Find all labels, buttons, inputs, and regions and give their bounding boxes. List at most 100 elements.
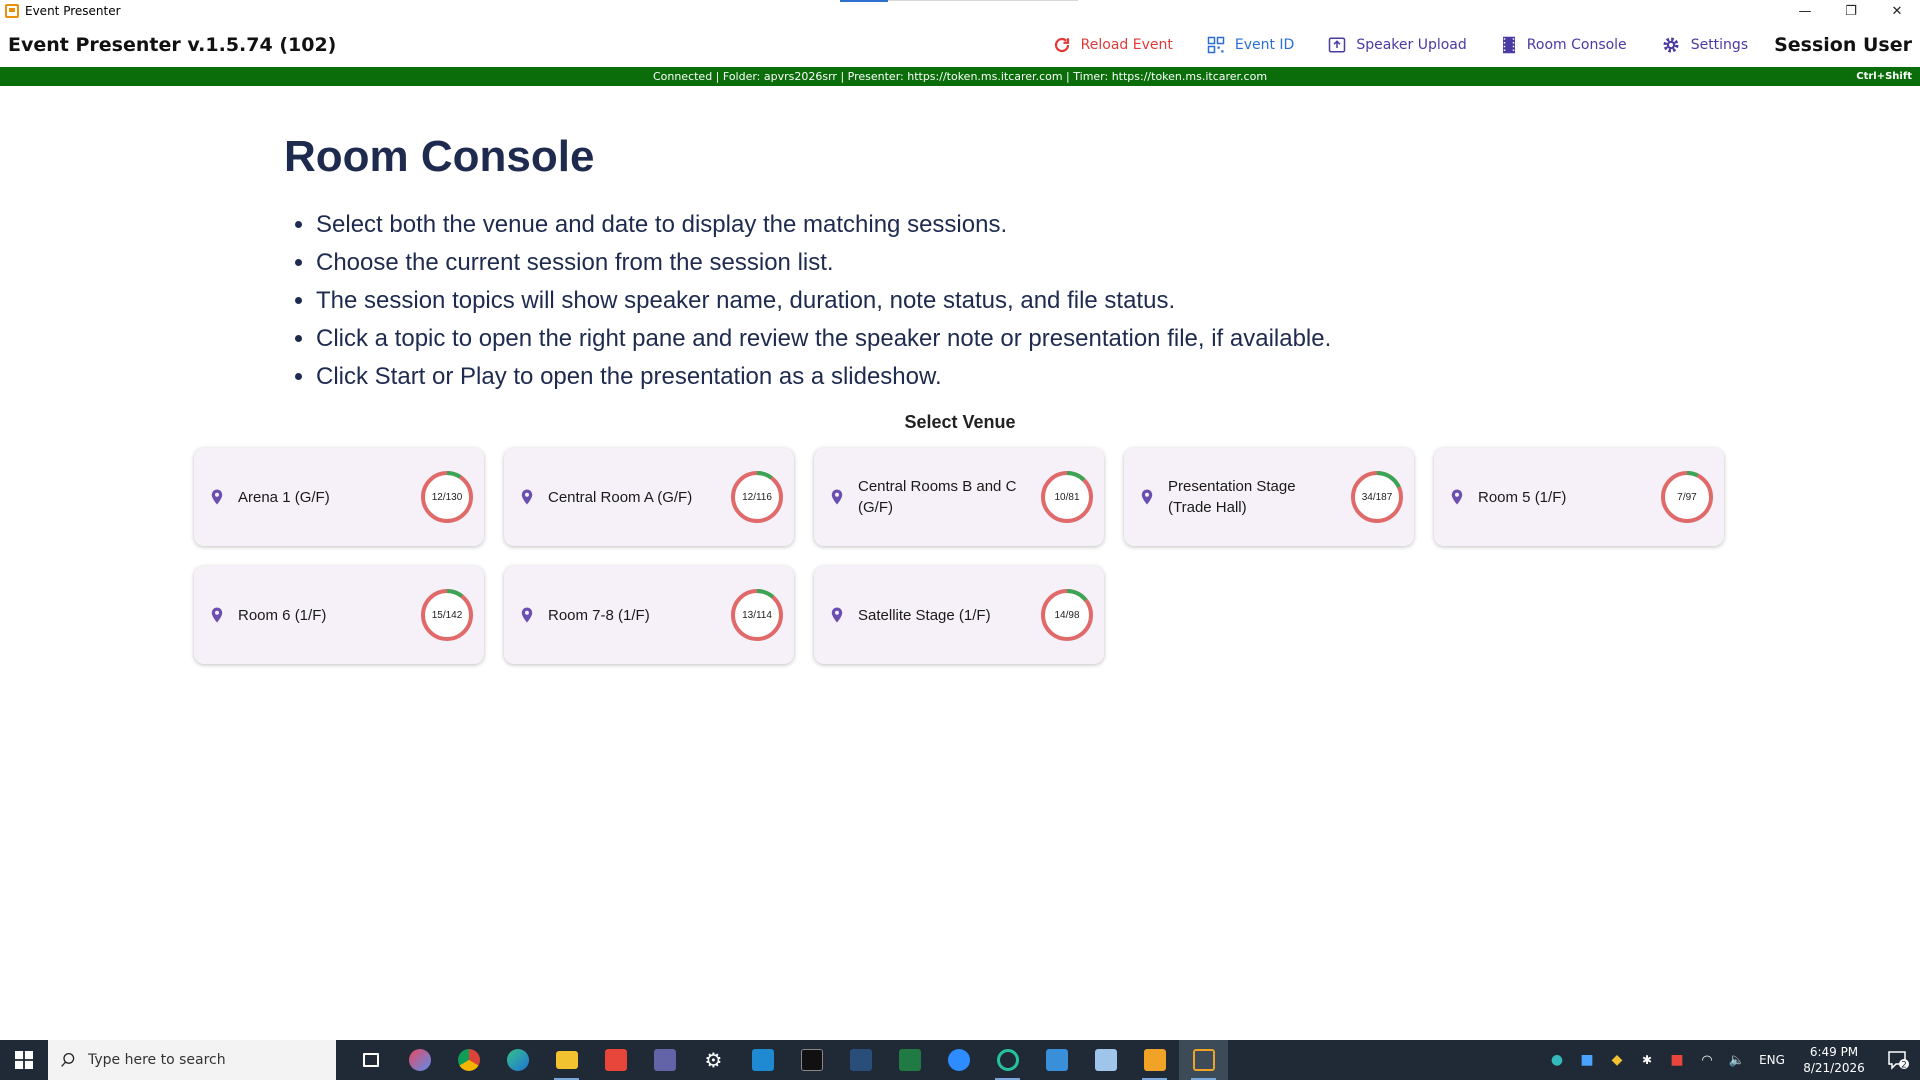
room-console-button[interactable]: Room Console xyxy=(1501,36,1627,54)
circle-app-icon[interactable] xyxy=(983,1040,1032,1080)
system-tray: ● ■ ◆ ✱ ■ ◠ 🔈 ENG 6:49 PM 8/21/2026 2 xyxy=(1542,1040,1920,1080)
minimize-button[interactable]: — xyxy=(1782,0,1828,22)
location-pin-icon xyxy=(521,489,533,505)
taskbar-search-box[interactable]: Type here to search xyxy=(48,1040,336,1080)
taskbar-clock[interactable]: 6:49 PM 8/21/2026 xyxy=(1792,1044,1876,1076)
restore-button[interactable]: ❐ xyxy=(1828,0,1874,22)
venue-name: Satellite Stage (1/F) xyxy=(858,606,991,624)
zoom-icon[interactable] xyxy=(934,1040,983,1080)
reload-event-label: Reload Event xyxy=(1080,36,1173,53)
search-placeholder: Type here to search xyxy=(88,1052,226,1068)
instruction-item: Click a topic to open the right pane and… xyxy=(316,322,1331,360)
location-pin-icon xyxy=(831,489,843,505)
venue-card[interactable]: Room 6 (1/F) 15/142 xyxy=(194,566,484,664)
tray-sync-icon[interactable]: ■ xyxy=(1572,1052,1602,1068)
paint-app-icon[interactable] xyxy=(395,1040,444,1080)
venue-card[interactable]: Central Rooms B and C (G/F) 10/81 xyxy=(814,448,1104,546)
powershell-icon[interactable] xyxy=(836,1040,885,1080)
page-title: Room Console xyxy=(284,132,595,181)
teams-icon[interactable] xyxy=(640,1040,689,1080)
instruction-item: Choose the current session from the sess… xyxy=(316,246,1331,284)
settings-label: Settings xyxy=(1690,36,1749,53)
reload-event-button[interactable]: Reload Event xyxy=(1053,36,1173,54)
venue-name: Presentation Stage (Trade Hall) xyxy=(1168,478,1296,516)
session-count: 12/130 xyxy=(431,491,463,503)
location-pin-icon xyxy=(1141,489,1153,505)
pinned-apps: ⚙ xyxy=(346,1040,1228,1080)
venue-card[interactable]: Room 5 (1/F) 7/97 xyxy=(1434,448,1724,546)
orange-app-icon[interactable] xyxy=(1130,1040,1179,1080)
location-pin-icon xyxy=(1451,489,1463,505)
settings-app-icon[interactable]: ⚙ xyxy=(689,1040,738,1080)
venue-grid: Arena 1 (G/F) 12/130 Central Room A (G/F) 1… xyxy=(194,448,1730,664)
window-titlebar: Event Presenter — ❐ ✕ xyxy=(0,0,1920,22)
session-user-menu[interactable]: Session User xyxy=(1774,34,1912,56)
windows-logo-icon xyxy=(15,1051,33,1069)
volume-muted-icon[interactable]: 🔈 xyxy=(1722,1053,1752,1068)
window-controls: — ❐ ✕ xyxy=(1782,0,1920,22)
instruction-item: The session topics will show speaker nam… xyxy=(316,284,1331,322)
reload-icon xyxy=(1054,37,1069,52)
film-icon xyxy=(1502,36,1515,53)
windows-taskbar: Type here to search ⚙ ● ■ ◆ ✱ ■ ◠ 🔈 ENG … xyxy=(0,1040,1920,1080)
app-icon xyxy=(5,4,19,18)
connection-status-text: Connected | Folder: apvrs2026srr | Prese… xyxy=(652,70,1268,83)
notes-app-icon[interactable] xyxy=(1081,1040,1130,1080)
shortcut-hint: Ctrl+Shift xyxy=(1856,71,1912,82)
venue-card[interactable]: Room 7-8 (1/F) 13/114 xyxy=(504,566,794,664)
venue-name: Central Rooms B and C (G/F) xyxy=(858,478,1017,516)
file-explorer-icon[interactable] xyxy=(542,1040,591,1080)
session-count: 14/98 xyxy=(1054,609,1080,621)
venue-name: Central Room A (G/F) xyxy=(548,488,693,506)
outlook-icon[interactable] xyxy=(1032,1040,1081,1080)
location-pin-icon xyxy=(831,607,843,623)
speaker-upload-label: Speaker Upload xyxy=(1356,36,1467,53)
connection-status-bar: Connected | Folder: apvrs2026srr | Prese… xyxy=(0,67,1920,86)
event-presenter-taskbar-icon[interactable] xyxy=(1179,1040,1228,1080)
tray-remote-icon[interactable]: ■ xyxy=(1662,1052,1692,1068)
location-pin-icon xyxy=(521,607,533,623)
venue-card[interactable]: Presentation Stage (Trade Hall) 34/187 xyxy=(1124,448,1414,546)
top-nav: Reload Event Event ID Speaker Upload Roo… xyxy=(1019,22,1912,67)
select-venue-heading: Select Venue xyxy=(904,412,1016,432)
remote-app-icon[interactable] xyxy=(591,1040,640,1080)
tray-bluetooth-icon[interactable]: ✱ xyxy=(1632,1053,1662,1067)
app-name: Event Presenter v.1.5.74 (102) xyxy=(8,33,337,56)
location-pin-icon xyxy=(211,607,223,623)
instruction-list: Select both the venue and date to displa… xyxy=(316,208,1331,398)
session-count: 7/97 xyxy=(1677,491,1697,503)
gear-icon xyxy=(1663,37,1679,52)
venue-name: Arena 1 (G/F) xyxy=(238,488,330,506)
session-count: 12/116 xyxy=(742,491,772,503)
notification-count: 2 xyxy=(1901,1061,1907,1071)
search-icon xyxy=(61,1052,75,1067)
venue-name: Room 6 (1/F) xyxy=(238,606,327,624)
tray-shield-icon[interactable]: ◆ xyxy=(1602,1052,1632,1068)
clock-time: 6:49 PM xyxy=(1809,1045,1859,1059)
task-view-icon[interactable] xyxy=(346,1040,395,1080)
excel-icon[interactable] xyxy=(885,1040,934,1080)
upload-icon xyxy=(1329,37,1346,52)
chrome-icon[interactable] xyxy=(444,1040,493,1080)
wifi-icon[interactable]: ◠ xyxy=(1692,1053,1722,1068)
terminal-icon[interactable] xyxy=(787,1040,836,1080)
close-button[interactable]: ✕ xyxy=(1874,0,1920,22)
window-title: Event Presenter xyxy=(25,4,121,18)
venue-card[interactable]: Central Room A (G/F) 12/116 xyxy=(504,448,794,546)
vscode-icon[interactable] xyxy=(738,1040,787,1080)
tray-app-icon[interactable]: ● xyxy=(1542,1052,1572,1068)
session-count: 10/81 xyxy=(1054,491,1080,503)
event-id-label: Event ID xyxy=(1234,36,1295,53)
settings-button[interactable]: Settings xyxy=(1661,35,1748,55)
speaker-upload-button[interactable]: Speaker Upload xyxy=(1328,36,1467,54)
event-id-button[interactable]: Event ID xyxy=(1207,36,1294,54)
start-button[interactable] xyxy=(0,1040,48,1080)
titlebar-accent xyxy=(840,0,888,2)
venue-card[interactable]: Arena 1 (G/F) 12/130 xyxy=(194,448,484,546)
notification-center-button[interactable]: 2 xyxy=(1876,1050,1920,1070)
language-indicator[interactable]: ENG xyxy=(1752,1053,1792,1067)
edge-icon[interactable] xyxy=(493,1040,542,1080)
notification-icon: 2 xyxy=(1888,1051,1909,1071)
venue-card[interactable]: Satellite Stage (1/F) 14/98 xyxy=(814,566,1104,664)
clock-date: 8/21/2026 xyxy=(1803,1061,1865,1075)
